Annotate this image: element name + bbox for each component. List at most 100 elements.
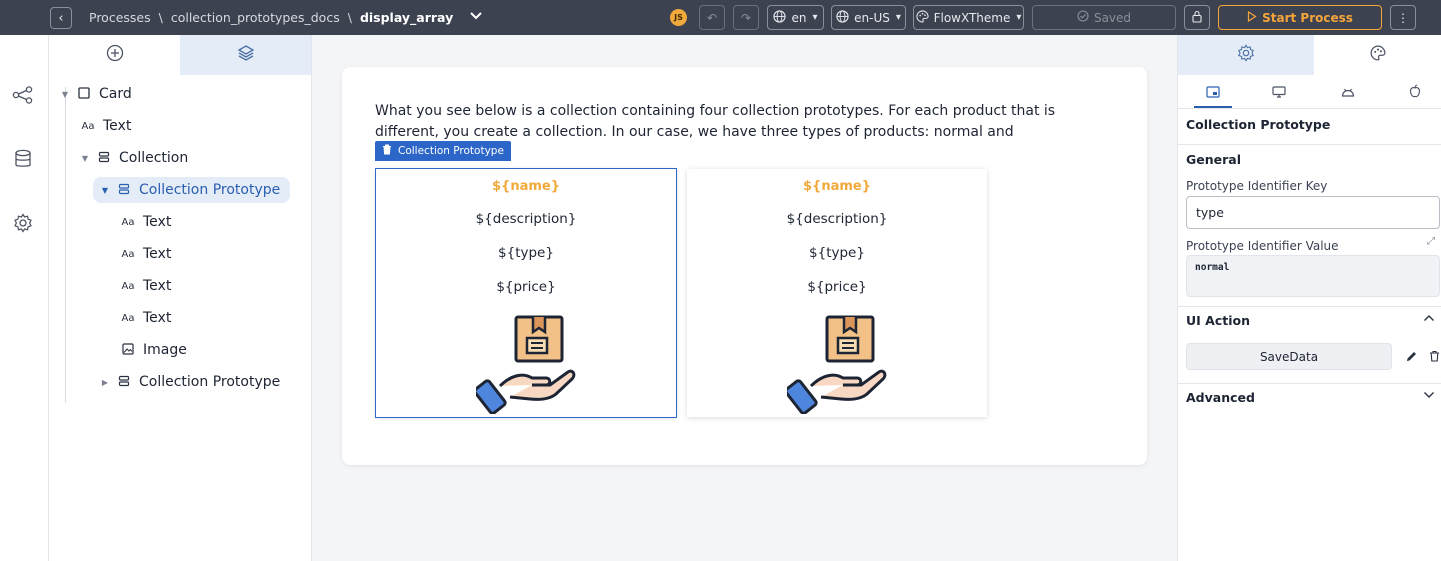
theme-select[interactable]: FlowXTheme ▾ <box>913 5 1024 30</box>
text-icon: Aa <box>121 312 135 324</box>
image-icon <box>121 342 135 358</box>
tab-layers[interactable] <box>180 35 311 75</box>
globe-icon <box>836 9 849 26</box>
divider <box>1178 306 1441 307</box>
tree-node-label: Text <box>143 246 172 262</box>
editor-canvas: What you see below is a collection conta… <box>313 35 1177 561</box>
package-hand-image <box>476 315 576 414</box>
settings-icon <box>1237 44 1255 66</box>
lock-icon <box>1191 10 1203 26</box>
product-price: ${price} <box>807 279 867 295</box>
caret-down-icon[interactable]: ▼ <box>79 154 91 163</box>
play-icon <box>1247 10 1257 25</box>
advanced-section-title: Advanced <box>1186 390 1255 405</box>
divider <box>1178 144 1441 145</box>
start-process-button[interactable]: Start Process <box>1218 5 1382 30</box>
prototype-value-label: Prototype Identifier Value <box>1186 239 1339 253</box>
caret-down-icon[interactable]: ▼ <box>99 186 111 195</box>
back-button[interactable]: ‹ <box>50 7 72 29</box>
product-price: ${price} <box>496 279 556 295</box>
breadcrumb-current: display_array <box>359 10 454 25</box>
chevron-down-icon: ▾ <box>812 12 818 23</box>
more-vertical-icon: ⋮ <box>1397 10 1409 25</box>
avatar[interactable]: JS <box>670 9 687 26</box>
caret-right-icon[interactable]: ▶ <box>99 378 111 387</box>
tree-node-image[interactable]: Image <box>121 337 187 363</box>
tree-node-text[interactable]: Aa Text <box>121 273 172 299</box>
ui-action-savedata-button[interactable]: SaveData <box>1186 343 1392 370</box>
product-name: ${name} <box>803 179 871 194</box>
process-flow-icon[interactable] <box>12 84 34 106</box>
divider <box>1178 383 1441 384</box>
tree-node-text[interactable]: Aa Text <box>121 209 172 235</box>
undo-button[interactable]: ↶ <box>699 5 725 30</box>
breadcrumb: Processes \ collection_prototypes_docs \… <box>89 0 483 35</box>
collection-prototype-icon <box>117 375 131 390</box>
more-menu-button[interactable]: ⋮ <box>1390 5 1416 30</box>
plus-circle-icon <box>106 44 124 66</box>
tab-settings[interactable] <box>1178 35 1314 75</box>
language-select[interactable]: en ▾ <box>767 5 824 30</box>
collection-prototype-card[interactable]: ${name} ${description} ${type} ${price} <box>375 168 677 418</box>
text-icon: Aa <box>121 248 135 260</box>
layout-icon <box>1206 83 1220 102</box>
collection-prototype-card[interactable]: ${name} ${description} ${type} ${price} <box>687 169 987 417</box>
chevron-down-icon: ▾ <box>895 12 901 23</box>
tab-styles[interactable] <box>1314 35 1441 75</box>
trash-icon[interactable] <box>382 144 392 158</box>
collection-icon <box>97 151 111 166</box>
tree-node-label: Collection Prototype <box>139 182 281 198</box>
tree-node-card[interactable]: ▼ Card <box>59 81 132 107</box>
tab-add-component[interactable] <box>49 35 180 75</box>
database-icon[interactable] <box>12 148 34 170</box>
tree-node-text[interactable]: Aa Text <box>81 113 132 139</box>
tab-ios[interactable] <box>1403 83 1427 101</box>
tree-node-text[interactable]: Aa Text <box>121 305 172 331</box>
tab-web-layout[interactable] <box>1201 83 1225 101</box>
tree-node-collection-prototype-selected[interactable]: ▼ Collection Prototype <box>93 177 291 203</box>
card-component[interactable]: What you see below is a collection conta… <box>342 67 1147 465</box>
prototype-value-editor[interactable]: normal <box>1186 255 1440 297</box>
tree-node-text[interactable]: Aa Text <box>121 241 172 267</box>
tab-desktop[interactable] <box>1267 83 1291 101</box>
caret-down-icon[interactable]: ▼ <box>59 90 71 99</box>
square-icon <box>77 86 91 102</box>
tree-node-label: Image <box>143 342 187 358</box>
text-icon: Aa <box>121 280 135 292</box>
locale-select[interactable]: en-US ▾ <box>831 5 906 30</box>
check-circle-icon <box>1077 10 1089 25</box>
tree-node-label: Collection Prototype <box>139 374 281 390</box>
lock-button[interactable] <box>1184 5 1210 30</box>
start-process-label: Start Process <box>1262 10 1353 25</box>
undo-icon: ↶ <box>706 10 718 25</box>
tree-node-collection[interactable]: ▼ Collection <box>79 145 188 171</box>
component-title: Collection Prototype <box>1186 117 1331 132</box>
palette-icon <box>916 9 929 26</box>
chevron-down-icon[interactable] <box>469 10 483 25</box>
tree-node-label: Card <box>99 86 132 102</box>
breadcrumb-processes[interactable]: Processes <box>89 10 151 25</box>
chevron-down-icon[interactable] <box>1423 389 1435 402</box>
breadcrumb-separator: \ <box>347 10 352 25</box>
product-type: ${type} <box>498 245 554 261</box>
redo-icon: ↷ <box>740 10 752 25</box>
apple-icon <box>1409 83 1421 102</box>
expand-icon[interactable]: ⤢ <box>1427 236 1435 247</box>
top-bar: ‹ Processes \ collection_prototypes_docs… <box>0 0 1441 35</box>
monitor-icon <box>1272 83 1286 102</box>
edit-icon[interactable] <box>1404 348 1418 364</box>
text-icon: Aa <box>121 216 135 228</box>
prototype-key-input[interactable]: type <box>1186 196 1440 229</box>
product-description: ${description} <box>786 211 888 227</box>
breadcrumb-project[interactable]: collection_prototypes_docs <box>171 10 340 25</box>
tab-android[interactable] <box>1336 83 1360 101</box>
trash-icon[interactable] <box>1427 348 1441 364</box>
tree-tabs <box>49 35 312 75</box>
chevron-up-icon[interactable] <box>1423 312 1435 325</box>
tree-node-collection-prototype[interactable]: ▶ Collection Prototype <box>99 369 280 395</box>
saved-indicator: Saved <box>1032 5 1176 30</box>
locale-value: en-US <box>854 10 890 25</box>
redo-button[interactable]: ↷ <box>733 5 759 30</box>
properties-panel: Collection Prototype General Prototype I… <box>1177 35 1441 561</box>
settings-icon[interactable] <box>12 212 34 234</box>
